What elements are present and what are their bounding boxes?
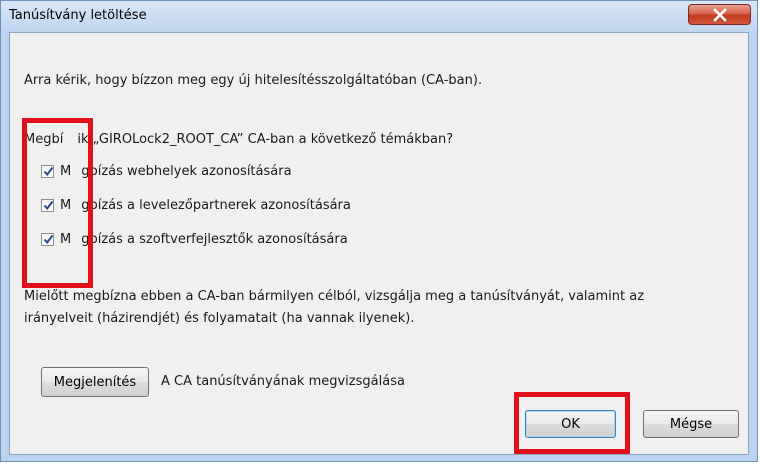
- dialog-body: Arra kérik, hogy bízzon meg egy új hitel…: [9, 32, 749, 455]
- trust-email-label[interactable]: Mgbízás a levelezőpartnerek azonosításár…: [60, 198, 351, 213]
- trust-websites-checkbox[interactable]: [41, 165, 54, 178]
- window-title: Tanúsítvány letöltése: [9, 8, 147, 23]
- trust-software-label[interactable]: Mgbízás a szoftverfejlesztők azonosításá…: [60, 232, 348, 247]
- dialog-window: Tanúsítvány letöltése Arra kérik, hogy b…: [0, 0, 758, 462]
- close-icon: [713, 8, 727, 22]
- ok-button[interactable]: OK: [525, 410, 616, 438]
- warning-text-line2: irányelveit (házirendjét) és folyamatait…: [24, 311, 415, 326]
- close-button[interactable]: [688, 4, 751, 25]
- checkmark-icon: [43, 234, 54, 245]
- intro-text: Arra kérik, hogy bízzon meg egy új hitel…: [24, 73, 483, 88]
- checkmark-icon: [43, 200, 54, 211]
- view-certificate-description: A CA tanúsítványának megvizsgálása: [161, 374, 405, 389]
- trust-question: Megbí ik „GIROLock2_ROOT_CA” CA-ban a köv…: [24, 132, 454, 147]
- trust-websites-label[interactable]: Mgbízás webhelyek azonosítására: [60, 164, 292, 179]
- trust-software-checkbox[interactable]: [41, 233, 54, 246]
- view-certificate-button[interactable]: Megjelenítés: [41, 367, 149, 397]
- checkmark-icon: [43, 166, 54, 177]
- title-bar[interactable]: Tanúsítvány letöltése: [1, 1, 757, 32]
- trust-email-checkbox[interactable]: [41, 199, 54, 212]
- warning-text-line1: Mielőtt megbízna ebben a CA-ban bármilye…: [24, 289, 645, 304]
- cancel-button[interactable]: Mégse: [643, 410, 739, 438]
